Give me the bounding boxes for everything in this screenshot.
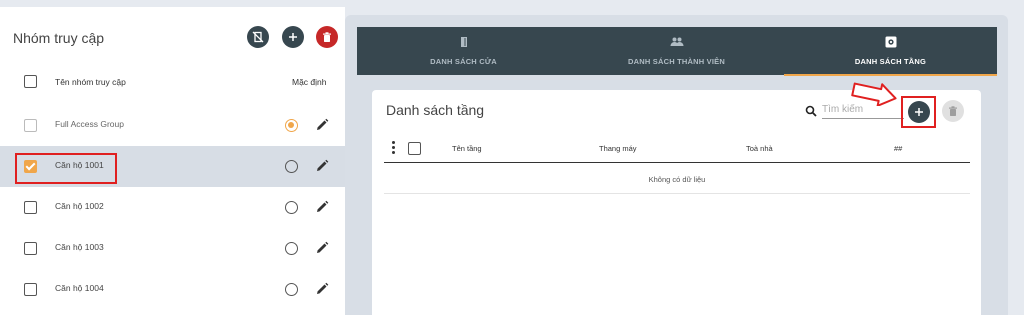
tab-bar: DANH SÁCH CỬA DANH SÁCH THÀNH VIÊN DANH …	[357, 27, 997, 76]
add-icon	[289, 33, 297, 41]
access-group-title: Nhóm truy cập	[13, 30, 105, 46]
column-menu-icon[interactable]	[392, 141, 395, 155]
select-all-checkbox[interactable]	[24, 75, 37, 88]
trash-icon	[323, 31, 331, 42]
default-radio[interactable]	[285, 283, 298, 296]
add-icon	[915, 108, 923, 116]
tab-door-list[interactable]: DANH SÁCH CỬA	[357, 27, 570, 75]
row-checkbox[interactable]	[24, 119, 37, 132]
detail-panel: DANH SÁCH CỬA DANH SÁCH THÀNH VIÊN DANH …	[345, 15, 1008, 315]
tab-door-list-label: DANH SÁCH CỬA	[430, 57, 497, 66]
default-radio[interactable]	[285, 242, 298, 255]
default-radio[interactable]	[285, 160, 298, 173]
floor-list-card: Danh sách tầng Tên tầng Thang máy	[372, 90, 981, 315]
group-name: Căn hộ 1002	[55, 201, 104, 211]
add-floor-button[interactable]	[908, 101, 930, 123]
pencil-icon[interactable]	[315, 241, 329, 255]
default-column-header: Mặc định	[292, 77, 327, 87]
group-name: Full Access Group	[55, 119, 124, 129]
building-column-header: Toà nhà	[746, 144, 773, 153]
pencil-icon[interactable]	[315, 159, 329, 173]
empty-state-row: Không có dữ liệu	[384, 164, 970, 194]
tab-member-list[interactable]: DANH SÁCH THÀNH VIÊN	[570, 27, 783, 75]
floor-list-title: Danh sách tầng	[386, 102, 485, 118]
default-radio[interactable]	[285, 119, 298, 132]
pencil-icon[interactable]	[315, 118, 329, 132]
row-checkbox[interactable]	[24, 283, 37, 296]
pencil-icon[interactable]	[315, 200, 329, 214]
no-door-icon	[252, 31, 264, 43]
floor-name-column-header: Tên tầng	[452, 144, 482, 153]
group-row[interactable]: Full Access Group	[0, 105, 345, 146]
actions-column-header: ##	[894, 144, 903, 153]
empty-state-text: Không có dữ liệu	[648, 175, 706, 184]
select-all-floors-checkbox[interactable]	[408, 142, 421, 155]
group-table-header: Tên nhóm truy cập Mặc định	[0, 62, 345, 100]
trash-icon	[949, 105, 957, 116]
highlight-box-add-floor	[901, 96, 936, 128]
tab-member-list-label: DANH SÁCH THÀNH VIÊN	[628, 57, 725, 66]
row-checkbox[interactable]	[24, 201, 37, 214]
group-name-column-header: Tên nhóm truy cập	[55, 77, 126, 87]
elevator-column-header: Thang máy	[599, 144, 637, 153]
group-row[interactable]: Căn hộ 1004	[0, 269, 345, 310]
annotation-arrow-icon	[851, 82, 897, 106]
group-row[interactable]: Căn hộ 1003	[0, 228, 345, 269]
highlight-box-selected-group	[15, 153, 117, 184]
group-name: Căn hộ 1003	[55, 242, 104, 252]
group-name: Căn hộ 1004	[55, 283, 104, 293]
row-checkbox[interactable]	[24, 242, 37, 255]
floor-table-header: Tên tầng Thang máy Toà nhà ##	[384, 135, 970, 163]
gear-box-icon	[885, 36, 896, 48]
search-icon	[805, 105, 817, 117]
no-door-button[interactable]	[247, 26, 269, 48]
delete-group-button[interactable]	[316, 26, 338, 48]
people-icon	[670, 37, 683, 46]
door-icon	[460, 37, 467, 47]
delete-floor-button[interactable]	[942, 100, 964, 122]
add-group-button[interactable]	[282, 26, 304, 48]
pencil-icon[interactable]	[315, 282, 329, 296]
tab-floor-list-label: DANH SÁCH TẦNG	[854, 57, 927, 66]
default-radio[interactable]	[285, 201, 298, 214]
group-row[interactable]: Căn hộ 1002	[0, 187, 345, 228]
tab-floor-list[interactable]: DANH SÁCH TẦNG	[784, 27, 997, 76]
